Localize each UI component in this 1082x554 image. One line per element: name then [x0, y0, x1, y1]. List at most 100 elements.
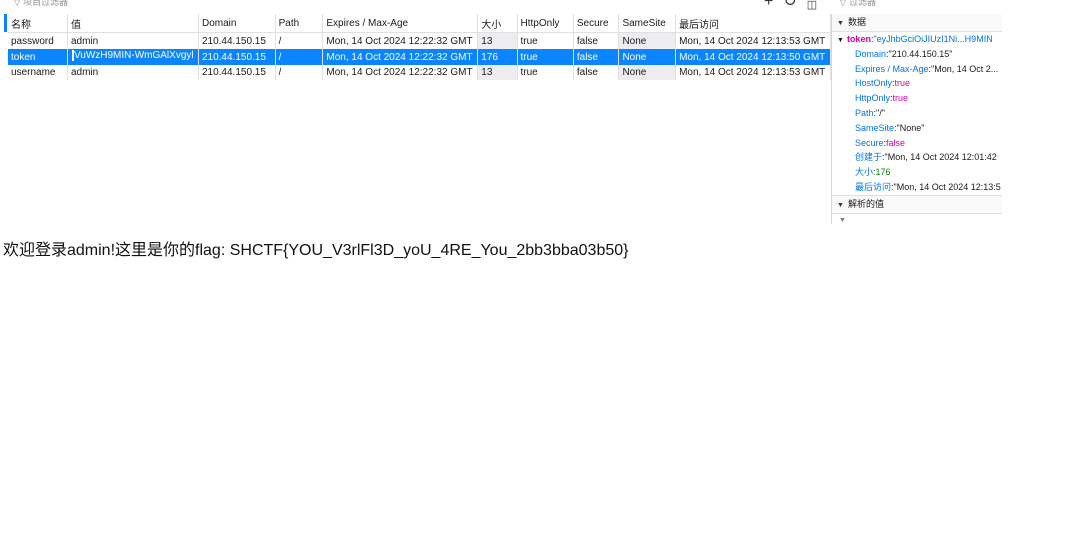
cookie-name: token: [846, 34, 871, 44]
table-row[interactable]: username admin 210.44.150.15 / Mon, 14 O…: [8, 65, 831, 80]
cookie-value-preview: "eyJhbGciOiJIUzI1Ni...H9MIN: [873, 34, 993, 44]
cookie-properties: Domain:"210.44.150.15" Expires / Max-Age:…: [832, 47, 1002, 195]
cookie-property[interactable]: HttpOnly:true: [832, 91, 1002, 106]
cookie-details-sidebar: ▼ 数据 ▼ token:"eyJhbGciOiJIUzI1Ni...H9MIN D…: [832, 14, 1002, 224]
cell-samesite: None: [618, 32, 677, 49]
property-value: "Mon, 14 Oct 2024 12:13:5: [893, 181, 1001, 192]
column-header-domain[interactable]: Domain: [198, 14, 276, 33]
property-key: Secure: [855, 137, 884, 148]
cookie-tree-root[interactable]: ▼ token:"eyJhbGciOiJIUzI1Ni...H9MIN: [832, 32, 1002, 47]
cell-expires: Mon, 14 Oct 2024 12:22:32 GMT: [322, 32, 479, 49]
cell-value-editor[interactable]: VuWzH9MIN-WmGAlXvgylzdQ: [67, 49, 199, 65]
cell-name: password: [8, 32, 68, 49]
column-header-samesite[interactable]: SameSite: [618, 14, 677, 33]
cell-path: /: [275, 49, 324, 65]
cell-size: 13: [477, 32, 518, 49]
cell-secure: false: [573, 49, 620, 65]
column-header-value[interactable]: 值: [67, 14, 199, 33]
cell-last-accessed: Mon, 14 Oct 2024 12:13:53 GMT: [675, 32, 831, 49]
cell-last-accessed: Mon, 14 Oct 2024 12:13:50 GMT: [675, 49, 831, 65]
table-row-selected[interactable]: token VuWzH9MIN-WmGAlXvgylzdQ 210.44.150…: [8, 49, 831, 65]
cell-secure: false: [573, 32, 620, 49]
property-value: true: [894, 78, 911, 89]
sidebar-filter[interactable]: ▽ 过滤器: [840, 0, 1000, 13]
cell-expires: Mon, 14 Oct 2024 12:22:32 GMT: [322, 65, 479, 80]
parsed-section-title: 解析的值: [847, 198, 884, 209]
property-value: true: [892, 93, 909, 104]
cookie-value-input[interactable]: VuWzH9MIN-WmGAlXvgylzdQ: [70, 49, 195, 62]
storage-inspector: ▽ 项目过滤器 + ↻ ◫ ▽ 过滤器 名称 值 Domain Path Exp: [0, 0, 1002, 224]
property-key: Path: [855, 107, 874, 118]
cookie-property[interactable]: Domain:"210.44.150.15": [832, 47, 1002, 62]
parsed-section-header[interactable]: ▼ 解析的值: [832, 194, 1002, 214]
property-key: HostOnly: [855, 78, 893, 89]
cell-last-accessed: Mon, 14 Oct 2024 12:13:53 GMT: [675, 65, 831, 80]
plus-icon[interactable]: +: [764, 0, 773, 13]
triangle-down-icon: ▼: [837, 37, 844, 44]
cookie-property[interactable]: Path:"/": [832, 106, 1002, 121]
property-value: "Mon, 14 Oct 2024 12:01:42: [884, 152, 997, 163]
triangle-down-icon: ▼: [837, 201, 844, 209]
table-header: 名称 值 Domain Path Expires / Max-Age 大小 Ht…: [8, 14, 831, 33]
cookie-property[interactable]: 大小:176: [832, 165, 1002, 180]
column-header-expires[interactable]: Expires / Max-Age: [322, 14, 479, 33]
table-row[interactable]: password admin 210.44.150.15 / Mon, 14 O…: [8, 32, 831, 49]
cell-name: username: [8, 65, 68, 80]
column-header-last-accessed[interactable]: 最后访问: [675, 14, 831, 33]
cell-size: 13: [477, 65, 518, 80]
cookie-property[interactable]: Secure:false: [832, 136, 1002, 151]
cookie-property[interactable]: SameSite:"None": [832, 121, 1002, 136]
cookie-value-selection: VuWzH9MIN-WmGAlXvgylzdQ: [73, 50, 194, 61]
cookie-property[interactable]: HostOnly:true: [832, 76, 1002, 91]
property-value: false: [886, 137, 906, 148]
property-key: Expires / Max-Age: [855, 63, 929, 74]
cell-value: admin: [67, 32, 199, 49]
triangle-down-icon: ▼: [837, 20, 844, 27]
cell-domain: 210.44.150.15: [198, 49, 276, 65]
column-header-secure[interactable]: Secure: [573, 14, 620, 33]
items-filter[interactable]: ▽ 项目过滤器: [14, 0, 754, 13]
cell-secure: false: [573, 65, 620, 80]
cell-samesite: None: [618, 65, 677, 80]
flag-message: 欢迎登录admin!这里是你的flag: SHCTF{YOU_V3rlFl3D_…: [3, 242, 629, 259]
column-header-size[interactable]: 大小: [477, 14, 518, 33]
filter-icon: ▽: [840, 0, 847, 7]
property-value: "210.44.150.15": [888, 48, 953, 59]
column-header-name[interactable]: 名称: [8, 14, 68, 33]
cell-domain: 210.44.150.15: [198, 65, 276, 80]
layout-icon[interactable]: ◫: [807, 0, 817, 13]
property-value: "/": [876, 107, 885, 118]
property-key: 最后访问: [855, 181, 892, 192]
property-key: HttpOnly: [855, 93, 891, 104]
property-value: "Mon, 14 Oct 2...: [931, 63, 999, 74]
cell-size: 176: [477, 49, 518, 65]
cell-expires: Mon, 14 Oct 2024 12:22:32 GMT: [322, 49, 479, 65]
storage-toolbar: + ↻ ◫: [764, 0, 817, 13]
table-focus-indicator: [4, 14, 7, 32]
cookie-property[interactable]: Expires / Max-Age:"Mon, 14 Oct 2...: [832, 62, 1002, 77]
filter-icon: ▽: [14, 0, 21, 7]
property-key: 创建于: [855, 152, 883, 163]
cell-samesite: None: [618, 49, 677, 65]
sidebar-filter-placeholder: 过滤器: [849, 0, 877, 7]
data-section-title: 数据: [847, 17, 866, 27]
cookies-table: 名称 值 Domain Path Expires / Max-Age 大小 Ht…: [8, 14, 831, 80]
property-key: Domain: [855, 48, 887, 59]
column-header-httponly[interactable]: HttpOnly: [517, 14, 574, 33]
cell-path: /: [275, 32, 324, 49]
cell-domain: 210.44.150.15: [198, 32, 276, 49]
items-filter-placeholder: 项目过滤器: [23, 0, 69, 7]
property-key: SameSite: [855, 122, 895, 133]
cookie-property[interactable]: 创建于:"Mon, 14 Oct 2024 12:01:42: [832, 150, 1002, 165]
property-key: 大小: [855, 167, 874, 178]
expand-triangle-icon[interactable]: ▼: [832, 217, 1002, 224]
property-value: "None": [896, 122, 925, 133]
data-section-header[interactable]: ▼ 数据: [832, 14, 1002, 32]
cookies-table-container: 名称 值 Domain Path Expires / Max-Age 大小 Ht…: [0, 14, 832, 224]
cookie-property[interactable]: 最后访问:"Mon, 14 Oct 2024 12:13:5: [832, 180, 1002, 195]
column-header-path[interactable]: Path: [275, 14, 324, 33]
refresh-icon[interactable]: ↻: [783, 0, 796, 13]
cell-httponly: true: [517, 49, 574, 65]
cell-path: /: [275, 65, 324, 80]
cell-httponly: true: [517, 32, 574, 49]
